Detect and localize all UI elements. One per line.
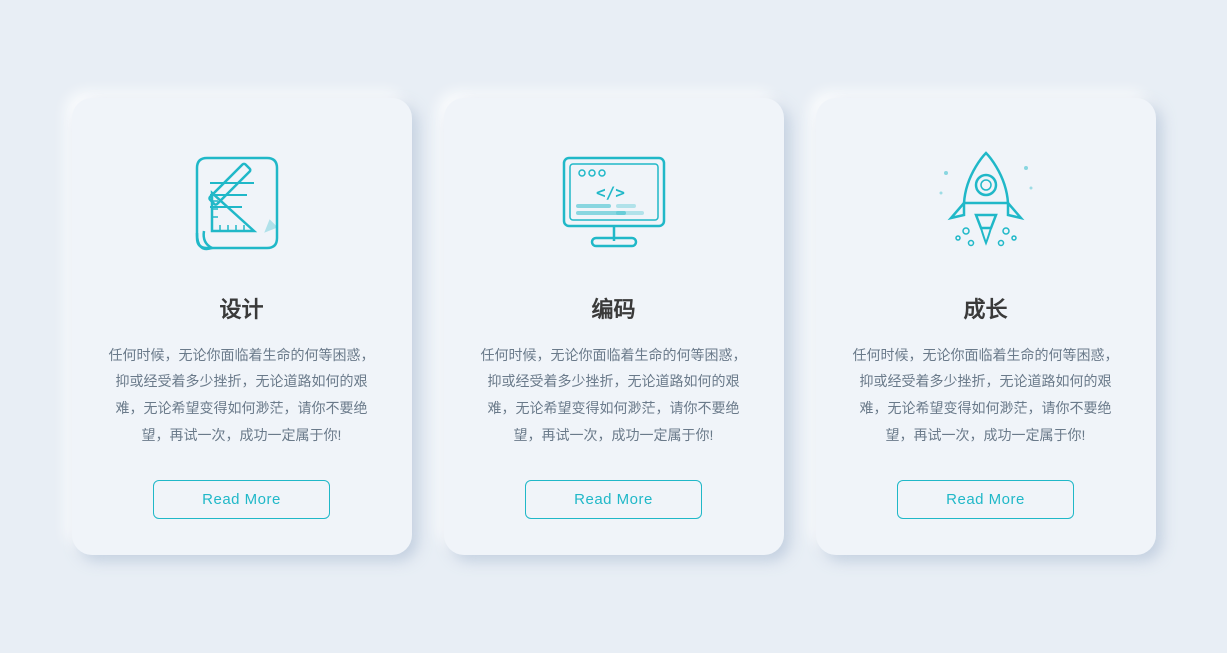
card-design: 设计 任何时候，无论你面临着生命的何等困惑，抑或经受着多少挫折，无论道路如何的艰… xyxy=(72,98,412,555)
coding-read-more-button[interactable]: Read More xyxy=(525,480,702,519)
coding-icon: </> xyxy=(549,138,679,268)
card-coding: </> 编码 任何时候，无论你面临着生命的何等困惑，抑或经受着多少挫折，无论道路… xyxy=(444,98,784,555)
cards-container: 设计 任何时候，无论你面临着生命的何等困惑，抑或经受着多少挫折，无论道路如何的艰… xyxy=(32,58,1196,595)
growth-title: 成长 xyxy=(963,292,1007,324)
growth-description: 任何时候，无论你面临着生命的何等困惑，抑或经受着多少挫折，无论道路如何的艰难，无… xyxy=(852,342,1120,448)
coding-description: 任何时候，无论你面临着生命的何等困惑，抑或经受着多少挫折，无论道路如何的艰难，无… xyxy=(480,342,748,448)
rocket-icon xyxy=(921,138,1051,268)
card-growth: 成长 任何时候，无论你面临着生命的何等困惑，抑或经受着多少挫折，无论道路如何的艰… xyxy=(816,98,1156,555)
svg-text:</>: </> xyxy=(596,183,625,202)
growth-read-more-button[interactable]: Read More xyxy=(897,480,1074,519)
design-description: 任何时候，无论你面临着生命的何等困惑，抑或经受着多少挫折，无论道路如何的艰难，无… xyxy=(108,342,376,448)
design-title: 设计 xyxy=(219,292,263,324)
coding-title: 编码 xyxy=(591,292,635,324)
design-read-more-button[interactable]: Read More xyxy=(153,480,330,519)
design-icon xyxy=(177,138,307,268)
